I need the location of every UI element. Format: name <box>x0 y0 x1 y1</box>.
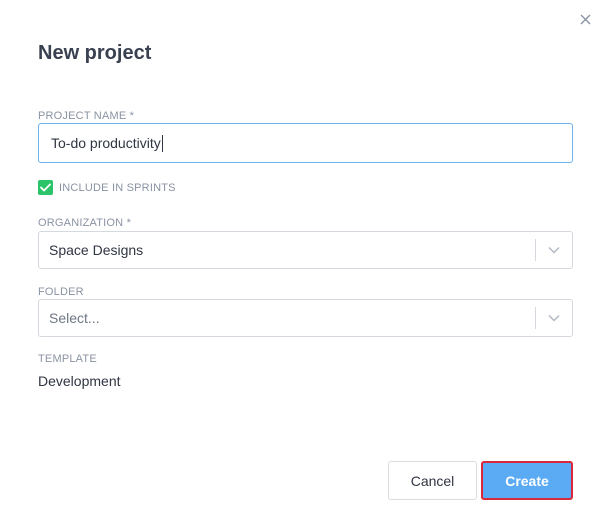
folder-label: FOLDER <box>38 286 84 298</box>
chevron-down-icon <box>548 314 560 322</box>
template-value: Development <box>38 373 121 389</box>
new-project-dialog: New project PROJECT NAME * To-do product… <box>0 0 608 526</box>
close-icon <box>580 14 590 24</box>
include-in-sprints-row[interactable]: INCLUDE IN SPRINTS <box>38 180 176 195</box>
project-name-value: To-do productivity <box>51 135 161 151</box>
project-name-input[interactable]: To-do productivity <box>38 123 573 163</box>
cancel-button[interactable]: Cancel <box>388 461 477 500</box>
dialog-title: New project <box>38 42 152 64</box>
folder-dropdown-toggle[interactable] <box>536 300 572 336</box>
chevron-down-icon <box>548 246 560 254</box>
organization-select[interactable]: Space Designs <box>38 231 573 269</box>
folder-select[interactable]: Select... <box>38 299 573 337</box>
close-button[interactable] <box>576 10 594 28</box>
text-caret <box>161 134 163 152</box>
include-in-sprints-label: INCLUDE IN SPRINTS <box>59 181 176 194</box>
template-label: TEMPLATE <box>38 353 97 365</box>
folder-placeholder: Select... <box>49 310 100 326</box>
include-in-sprints-checkbox[interactable] <box>38 180 53 195</box>
project-name-label: PROJECT NAME * <box>38 110 135 122</box>
organization-value: Space Designs <box>49 242 144 258</box>
organization-dropdown-toggle[interactable] <box>536 232 572 268</box>
check-icon <box>40 183 51 192</box>
create-button[interactable]: Create <box>481 461 573 500</box>
organization-label: ORGANIZATION * <box>38 217 132 229</box>
